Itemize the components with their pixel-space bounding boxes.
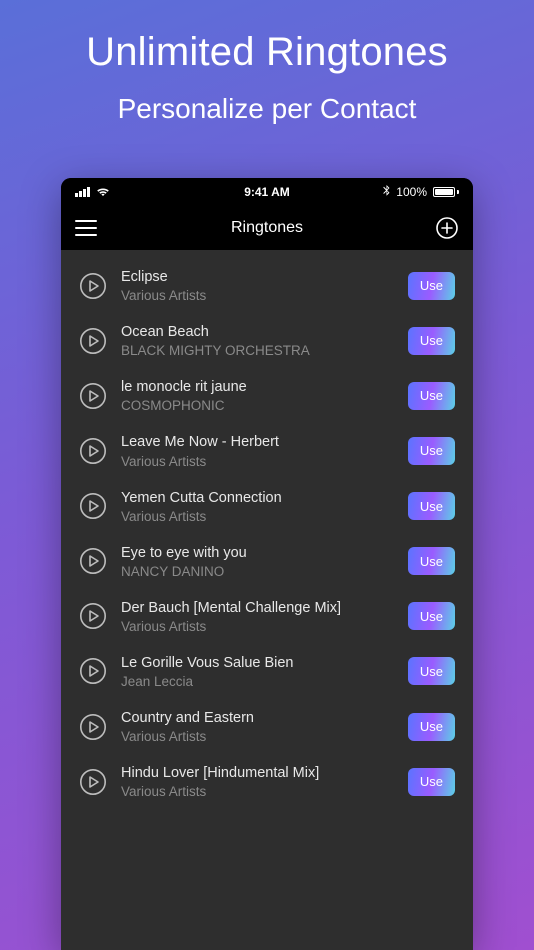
play-icon[interactable] xyxy=(79,437,107,465)
use-button[interactable]: Use xyxy=(408,547,455,575)
promo-title: Unlimited Ringtones xyxy=(0,30,534,75)
list-item: Der Bauch [Mental Challenge Mix] Various … xyxy=(61,589,473,644)
device-frame: 9:41 AM 100% Ringtones xyxy=(61,178,473,950)
track-artist: Various Artists xyxy=(121,509,394,524)
use-button[interactable]: Use xyxy=(408,657,455,685)
battery-percent: 100% xyxy=(396,185,427,199)
use-button[interactable]: Use xyxy=(408,768,455,796)
use-button[interactable]: Use xyxy=(408,492,455,520)
track-artist: Various Artists xyxy=(121,288,394,303)
play-icon[interactable] xyxy=(79,713,107,741)
nav-bar: Ringtones xyxy=(61,206,473,250)
track-title: Ocean Beach xyxy=(121,323,394,341)
track-title: Hindu Lover [Hindumental Mix] xyxy=(121,764,394,782)
track-title: Der Bauch [Mental Challenge Mix] xyxy=(121,599,394,617)
track-artist: NANCY DANINO xyxy=(121,564,394,579)
add-button[interactable] xyxy=(435,216,459,240)
list-item: Le Gorille Vous Salue Bien Jean Leccia Use xyxy=(61,644,473,699)
track-artist: Various Artists xyxy=(121,729,394,744)
menu-button[interactable] xyxy=(75,220,97,236)
list-item-text: Eclipse Various Artists xyxy=(121,268,394,303)
list-item-text: Leave Me Now - Herbert Various Artists xyxy=(121,433,394,468)
signal-icon xyxy=(75,187,90,197)
play-icon[interactable] xyxy=(79,272,107,300)
track-artist: Various Artists xyxy=(121,454,394,469)
page-title: Ringtones xyxy=(231,219,303,237)
play-icon[interactable] xyxy=(79,657,107,685)
play-icon[interactable] xyxy=(79,382,107,410)
wifi-icon xyxy=(96,187,110,197)
track-title: Leave Me Now - Herbert xyxy=(121,433,394,451)
track-artist: Various Artists xyxy=(121,619,394,634)
play-icon[interactable] xyxy=(79,547,107,575)
list-item: Eye to eye with you NANCY DANINO Use xyxy=(61,534,473,589)
use-button[interactable]: Use xyxy=(408,713,455,741)
promo-subtitle: Personalize per Contact xyxy=(0,93,534,125)
track-artist: COSMOPHONIC xyxy=(121,398,394,413)
list-item-text: Der Bauch [Mental Challenge Mix] Various … xyxy=(121,599,394,634)
play-icon[interactable] xyxy=(79,602,107,630)
list-item: Hindu Lover [Hindumental Mix] Various Art… xyxy=(61,754,473,809)
track-title: Yemen Cutta Connection xyxy=(121,489,394,507)
use-button[interactable]: Use xyxy=(408,382,455,410)
track-title: le monocle rit jaune xyxy=(121,378,394,396)
list-item: Country and Eastern Various Artists Use xyxy=(61,699,473,754)
list-item-text: Country and Eastern Various Artists xyxy=(121,709,394,744)
list-item-text: Le Gorille Vous Salue Bien Jean Leccia xyxy=(121,654,394,689)
list-item-text: Hindu Lover [Hindumental Mix] Various Art… xyxy=(121,764,394,799)
list-item: Yemen Cutta Connection Various Artists Use xyxy=(61,479,473,534)
use-button[interactable]: Use xyxy=(408,437,455,465)
status-bar: 9:41 AM 100% xyxy=(61,178,473,206)
use-button[interactable]: Use xyxy=(408,327,455,355)
list-item-text: le monocle rit jaune COSMOPHONIC xyxy=(121,378,394,413)
bluetooth-icon xyxy=(383,185,390,200)
track-title: Eclipse xyxy=(121,268,394,286)
list-item: Ocean Beach BLACK MIGHTY ORCHESTRA Use xyxy=(61,313,473,368)
ringtone-list[interactable]: Eclipse Various Artists Use Ocean Beach BLA… xyxy=(61,250,473,950)
play-icon[interactable] xyxy=(79,768,107,796)
track-title: Country and Eastern xyxy=(121,709,394,727)
list-item-text: Ocean Beach BLACK MIGHTY ORCHESTRA xyxy=(121,323,394,358)
status-time: 9:41 AM xyxy=(244,185,290,199)
play-icon[interactable] xyxy=(79,492,107,520)
list-item-text: Yemen Cutta Connection Various Artists xyxy=(121,489,394,524)
battery-icon xyxy=(433,187,459,197)
use-button[interactable]: Use xyxy=(408,272,455,300)
play-icon[interactable] xyxy=(79,327,107,355)
track-artist: Various Artists xyxy=(121,784,394,799)
track-title: Le Gorille Vous Salue Bien xyxy=(121,654,394,672)
list-item-text: Eye to eye with you NANCY DANINO xyxy=(121,544,394,579)
use-button[interactable]: Use xyxy=(408,602,455,630)
list-item: le monocle rit jaune COSMOPHONIC Use xyxy=(61,368,473,423)
list-item: Leave Me Now - Herbert Various Artists Use xyxy=(61,423,473,478)
track-artist: BLACK MIGHTY ORCHESTRA xyxy=(121,343,394,358)
track-artist: Jean Leccia xyxy=(121,674,394,689)
track-title: Eye to eye with you xyxy=(121,544,394,562)
list-item: Eclipse Various Artists Use xyxy=(61,258,473,313)
